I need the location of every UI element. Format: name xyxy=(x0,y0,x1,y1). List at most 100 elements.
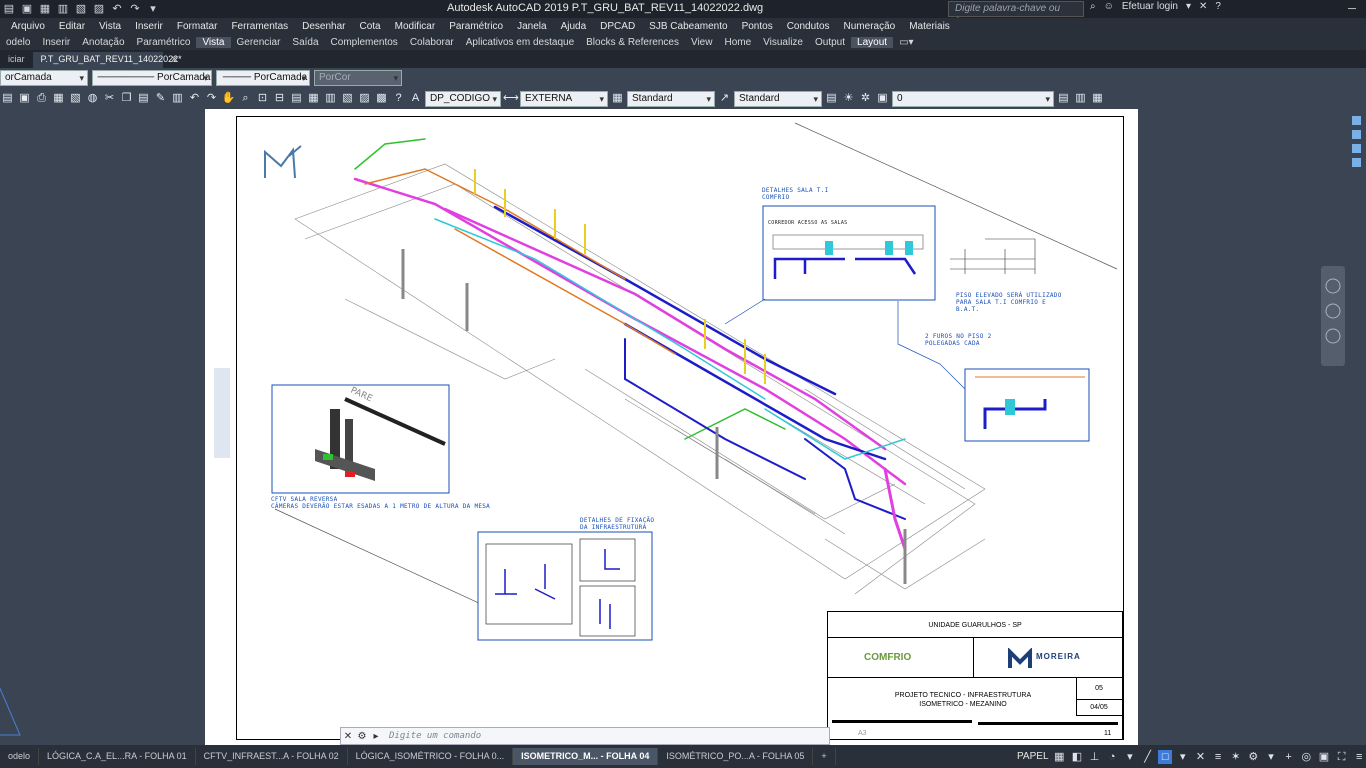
user-icon[interactable]: ☺ xyxy=(1104,1,1114,12)
publish-icon[interactable]: ▧ xyxy=(68,91,83,106)
command-line[interactable]: ✕ ⚙ ▸ Digite um comando xyxy=(340,727,830,745)
chevron-down-icon[interactable]: ▾ xyxy=(1264,750,1278,764)
toolpalette-icon[interactable]: ▥ xyxy=(323,91,338,106)
ribbon-tab[interactable]: Home xyxy=(718,37,757,48)
undo-icon[interactable]: ↶ xyxy=(187,91,202,106)
gear-icon[interactable]: ⚙ xyxy=(1247,750,1261,764)
layer-state-icon[interactable]: ▦ xyxy=(1090,91,1105,106)
ribbon-tab[interactable]: Anotação xyxy=(76,37,130,48)
tab-layout[interactable]: ISOMÉTRICO_PO...A - FOLHA 05 xyxy=(658,748,814,765)
ribbon-tab[interactable]: Output xyxy=(809,37,851,48)
markup-icon[interactable]: ▨ xyxy=(357,91,372,106)
osnap-icon[interactable]: □ xyxy=(1158,749,1172,764)
grid-icon[interactable]: ▦ xyxy=(1053,750,1067,764)
saveas-icon[interactable]: ▦ xyxy=(38,2,52,16)
menu-item[interactable]: Editar xyxy=(52,21,92,32)
drawing-tab[interactable]: P.T_GRU_BAT_REV11_14022022* xyxy=(32,52,182,68)
isolate-icon[interactable]: ◎ xyxy=(1299,750,1313,764)
layer-previous-icon[interactable]: ▥ xyxy=(1073,91,1088,106)
layer-combo[interactable]: orCamada xyxy=(0,70,88,86)
text-style-combo[interactable]: DP_CODIGO xyxy=(425,90,501,107)
linetype-combo[interactable]: ──────── PorCamada xyxy=(92,70,212,86)
tab-layout[interactable]: CFTV_INFRAEST...A - FOLHA 02 xyxy=(196,748,348,765)
new-tab-icon[interactable]: ✕ xyxy=(163,52,187,68)
otrack-icon[interactable]: ✕ xyxy=(1194,750,1208,764)
menu-item[interactable]: Janela xyxy=(510,21,553,32)
menu-item[interactable]: Ajuda xyxy=(554,21,594,32)
menu-item[interactable]: Vista xyxy=(92,21,128,32)
close-icon[interactable]: ✕ xyxy=(341,731,355,742)
open-icon[interactable]: ▤ xyxy=(0,91,15,106)
menu-item[interactable]: Pontos xyxy=(735,21,780,32)
preview-icon[interactable]: ▦ xyxy=(51,91,66,106)
lightbulb-icon[interactable]: ☀ xyxy=(841,91,856,106)
add-layout-button[interactable]: + xyxy=(813,748,836,765)
hardware-accel-icon[interactable]: ▣ xyxy=(1317,750,1331,764)
menu-item[interactable]: SJB Cabeamento xyxy=(642,21,734,32)
ribbon-tab[interactable]: Visualize xyxy=(757,37,809,48)
tab-layout[interactable]: LÓGICA_C.A_EL...RA - FOLHA 01 xyxy=(39,748,196,765)
start-tab[interactable]: iciar xyxy=(0,52,33,68)
redo-icon[interactable]: ↷ xyxy=(128,2,142,16)
snap-icon[interactable]: ◧ xyxy=(1070,750,1084,764)
calculator-icon[interactable]: ▩ xyxy=(374,91,389,106)
save-icon[interactable]: ▣ xyxy=(20,2,34,16)
mleader-style-combo[interactable]: Standard xyxy=(734,90,822,107)
ribbon-tab-vista[interactable]: Vista xyxy=(196,36,231,48)
plus-icon[interactable]: + xyxy=(1282,750,1296,764)
ribbon-tab[interactable]: Complementos xyxy=(325,37,404,48)
ribbon-tab[interactable]: odelo xyxy=(0,37,36,48)
exchange-icon[interactable]: ✕ xyxy=(1199,1,1207,12)
customize-icon[interactable]: ▾ xyxy=(146,2,160,16)
lock-icon[interactable]: ▣ xyxy=(875,91,890,106)
zoom-realtime-icon[interactable]: ⌕ xyxy=(238,91,253,106)
sheetset-icon[interactable]: ▧ xyxy=(340,91,355,106)
dim-style-combo[interactable]: EXTERNA xyxy=(520,90,608,107)
lineweight-icon[interactable]: ≡ xyxy=(1211,750,1225,764)
annotate-icon[interactable]: ✶ xyxy=(1229,750,1243,764)
matchprop-icon[interactable]: ✎ xyxy=(153,91,168,106)
menu-item[interactable]: Desenhar xyxy=(295,21,352,32)
globe-icon[interactable]: ◍ xyxy=(85,91,100,106)
designcenter-icon[interactable]: ▦ xyxy=(306,91,321,106)
chevron-down-icon[interactable]: ▾ xyxy=(1176,750,1190,764)
menu-item[interactable]: Modificar xyxy=(388,21,443,32)
zoom-window-icon[interactable]: ⊡ xyxy=(255,91,270,106)
ribbon-tab[interactable]: View xyxy=(685,37,719,48)
chevron-down-icon[interactable]: ▾ xyxy=(1186,1,1191,12)
tab-layout[interactable]: LÓGICA_ISOMÉTRICO - FOLHA 0... xyxy=(348,748,514,765)
menu-item[interactable]: Cota xyxy=(353,21,388,32)
menu-item[interactable]: DPCAD xyxy=(593,21,642,32)
make-current-icon[interactable]: ▤ xyxy=(1056,91,1071,106)
lineweight-combo[interactable]: ──── PorCamada xyxy=(216,70,310,86)
space-toggle[interactable]: PAPEL xyxy=(1017,751,1049,762)
command-input[interactable]: Digite um comando xyxy=(389,731,481,741)
table-style-combo[interactable]: Standard xyxy=(627,90,715,107)
menu-item[interactable]: Inserir xyxy=(128,21,170,32)
print-icon[interactable]: ⎙ xyxy=(34,91,49,106)
publish-icon[interactable]: ▥ xyxy=(56,2,70,16)
ribbon-tab-layout[interactable]: Layout xyxy=(851,36,894,48)
help-icon[interactable]: ? xyxy=(391,91,406,106)
blockedit-icon[interactable]: ▥ xyxy=(170,91,185,106)
chevron-down-icon[interactable]: ▾ xyxy=(1123,750,1137,764)
cut-icon[interactable]: ✂ xyxy=(102,91,117,106)
print-icon[interactable]: ▨ xyxy=(92,2,106,16)
properties-icon[interactable]: ▤ xyxy=(289,91,304,106)
viewcube-icon[interactable] xyxy=(1350,112,1364,172)
ribbon-tab[interactable]: Colaborar xyxy=(404,37,460,48)
isodraft-icon[interactable]: ╱ xyxy=(1141,750,1155,764)
freeze-icon[interactable]: ✲ xyxy=(858,91,873,106)
ribbon-tab[interactable]: Inserir xyxy=(36,37,76,48)
zoom-previous-icon[interactable]: ⊟ xyxy=(272,91,287,106)
pan-icon[interactable]: ✋ xyxy=(221,91,236,106)
ribbon-tab[interactable]: Aplicativos em destaque xyxy=(460,37,580,48)
help-icon[interactable]: ? xyxy=(1215,1,1221,12)
tab-layout-active[interactable]: ISOMETRICO_M... - FOLHA 04 xyxy=(513,748,659,765)
minimize-icon[interactable]: ─ xyxy=(1338,0,1366,18)
plot-icon[interactable]: ▧ xyxy=(74,2,88,16)
search-icon[interactable]: ⌕ xyxy=(1090,1,1096,12)
login-link[interactable]: Efetuar login xyxy=(1122,1,1178,12)
menu-item[interactable]: Condutos xyxy=(780,21,837,32)
clean-screen-icon[interactable]: ⛶ xyxy=(1335,750,1349,764)
